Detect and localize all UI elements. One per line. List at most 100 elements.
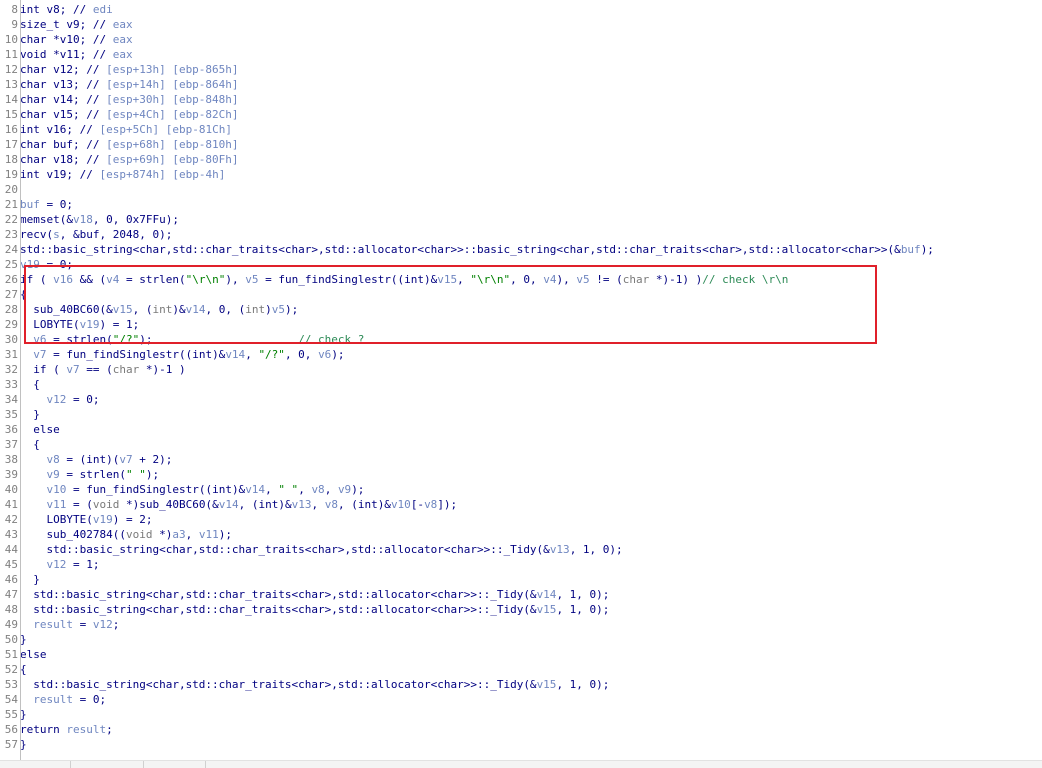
code-text[interactable]: memset(&v18, 0, 0x7FFu); [20,212,179,227]
variable-token[interactable]: v14 [219,498,239,511]
code-line[interactable]: 42 LOBYTE(v19) = 2; [0,512,1042,527]
code-token[interactable] [20,468,47,481]
variable-token[interactable]: v7 [119,453,132,466]
code-line[interactable]: 36 else [0,422,1042,437]
code-line[interactable]: 47 std::basic_string<char,std::char_trai… [0,587,1042,602]
variable-token[interactable]: v8 [424,498,437,511]
code-text[interactable]: else [20,422,60,437]
code-token[interactable]: size_t v9; // [20,18,113,31]
code-token[interactable]: = strlen( [60,468,126,481]
code-token[interactable]: *)-1 ) [139,363,186,376]
code-token[interactable]: == ( [80,363,113,376]
code-token[interactable]: sub_402784(( [20,528,125,541]
code-token[interactable]: std::basic_string<char,std::char_traits<… [20,603,536,616]
variable-token[interactable]: v9 [47,468,60,481]
code-line[interactable]: 24 std::basic_string<char,std::char_trait… [0,242,1042,257]
code-token[interactable]: return [20,723,66,736]
code-line[interactable]: 46 } [0,572,1042,587]
code-token[interactable]: ; [106,723,113,736]
code-token[interactable]: , [298,483,311,496]
variable-token[interactable]: v10 [391,498,411,511]
code-line[interactable]: 10 char *v10; // eax [0,32,1042,47]
variable-token[interactable]: v18 [73,213,93,226]
code-line[interactable]: 43 sub_402784((void *)a3, v11); [0,527,1042,542]
code-token[interactable]: = fun_findSinglestr((int)& [47,348,225,361]
type-keyword[interactable]: char [113,363,140,376]
code-line[interactable]: 54 result = 0; [0,692,1042,707]
variable-token[interactable]: v7 [66,363,79,376]
variable-token[interactable]: result [33,618,73,631]
variable-token[interactable]: [esp+14h] [ebp-864h] [106,78,238,91]
code-text[interactable]: sub_402784((void *)a3, v11); [20,527,231,542]
code-token[interactable]: std::basic_string<char,std::char_traits<… [20,543,549,556]
string-literal[interactable]: " " [278,483,298,496]
code-token[interactable]: ) = 2; [113,513,153,526]
variable-token[interactable]: edi [93,3,113,16]
code-token[interactable]: std::basic_string<char,std::char_traits<… [20,243,901,256]
code-text[interactable]: v11 = (void *)sub_40BC60(&v14, (int)&v13… [20,497,458,512]
variable-token[interactable]: [esp+30h] [ebp-848h] [106,93,238,106]
variable-token[interactable]: v13 [550,543,570,556]
code-text[interactable]: char v14; // [esp+30h] [ebp-848h] [20,92,239,107]
code-token[interactable]: , [311,498,324,511]
variable-token[interactable]: buf [20,198,40,211]
code-token[interactable]: *)sub_40BC60(& [119,498,219,511]
code-token[interactable]: char v14; // [20,93,106,106]
code-text[interactable]: std::basic_string<char,std::char_traits<… [20,602,609,617]
code-token[interactable]: , &buf, 2048, 0); [60,228,173,241]
code-line[interactable]: 53 std::basic_string<char,std::char_trai… [0,677,1042,692]
code-text[interactable]: char v13; // [esp+14h] [ebp-864h] [20,77,239,92]
code-text[interactable]: LOBYTE(v19) = 2; [20,512,152,527]
code-text[interactable]: result = v12; [20,617,119,632]
code-token[interactable]: char buf; // [20,138,106,151]
code-token[interactable] [20,498,47,511]
code-token[interactable]: ; [113,618,120,631]
code-text[interactable]: result = 0; [20,692,106,707]
code-text[interactable]: int v8; // edi [20,2,113,17]
code-token[interactable]: char v13; // [20,78,106,91]
code-line[interactable]: 52{ [0,662,1042,677]
variable-token[interactable]: v10 [47,483,67,496]
code-line[interactable]: 39 v9 = strlen(" "); [0,467,1042,482]
code-line[interactable]: 16 int v16; // [esp+5Ch] [ebp-81Ch] [0,122,1042,137]
code-text[interactable]: else [20,647,47,662]
variable-token[interactable]: v11 [199,528,219,541]
code-line[interactable]: 48 std::basic_string<char,std::char_trai… [0,602,1042,617]
variable-token[interactable]: v12 [47,393,67,406]
code-token[interactable]: ); [146,468,159,481]
variable-token[interactable]: v12 [93,618,113,631]
variable-token[interactable]: v8 [311,483,324,496]
code-line[interactable]: 34 v12 = 0; [0,392,1042,407]
code-line[interactable]: 40 v10 = fun_findSinglestr((int)&v14, " … [0,482,1042,497]
variable-token[interactable]: v7 [33,348,46,361]
code-token[interactable]: , 1, 0); [570,543,623,556]
code-token[interactable]: = 0; [40,198,73,211]
code-line[interactable]: 49 result = v12; [0,617,1042,632]
code-token[interactable]: + 2); [133,453,172,466]
code-token[interactable]: = 0; [66,393,100,406]
code-token[interactable]: ); [331,348,344,361]
code-text[interactable]: if ( v7 == (char *)-1 ) [20,362,186,377]
code-text[interactable]: void *v11; // eax [20,47,133,62]
variable-token[interactable]: v8 [47,453,60,466]
code-token[interactable]: *) [152,528,172,541]
code-token[interactable]: = 1; [66,558,100,571]
variable-token[interactable]: v15 [537,603,557,616]
code-token[interactable]: { [20,438,40,451]
code-token[interactable]: = [73,618,93,631]
type-keyword[interactable]: void [93,498,120,511]
code-line[interactable]: 8 int v8; // edi [0,2,1042,17]
code-token[interactable]: , [265,483,278,496]
code-token[interactable]: char *v10; // [20,33,113,46]
code-line[interactable]: 15 char v15; // [esp+4Ch] [ebp-82Ch] [0,107,1042,122]
variable-token[interactable]: result [66,723,106,736]
code-token[interactable]: int v8; // [20,3,93,16]
code-line[interactable]: 41 v11 = (void *)sub_40BC60(&v14, (int)&… [0,497,1042,512]
code-line[interactable]: 18 char v18; // [esp+69h] [ebp-80Fh] [0,152,1042,167]
code-token[interactable]: } [20,408,40,421]
code-line[interactable]: 12 char v12; // [esp+13h] [ebp-865h] [0,62,1042,77]
code-token[interactable] [20,348,33,361]
variable-token[interactable]: v6 [318,348,331,361]
variable-token[interactable]: v14 [225,348,245,361]
code-line[interactable]: 17 char buf; // [esp+68h] [ebp-810h] [0,137,1042,152]
